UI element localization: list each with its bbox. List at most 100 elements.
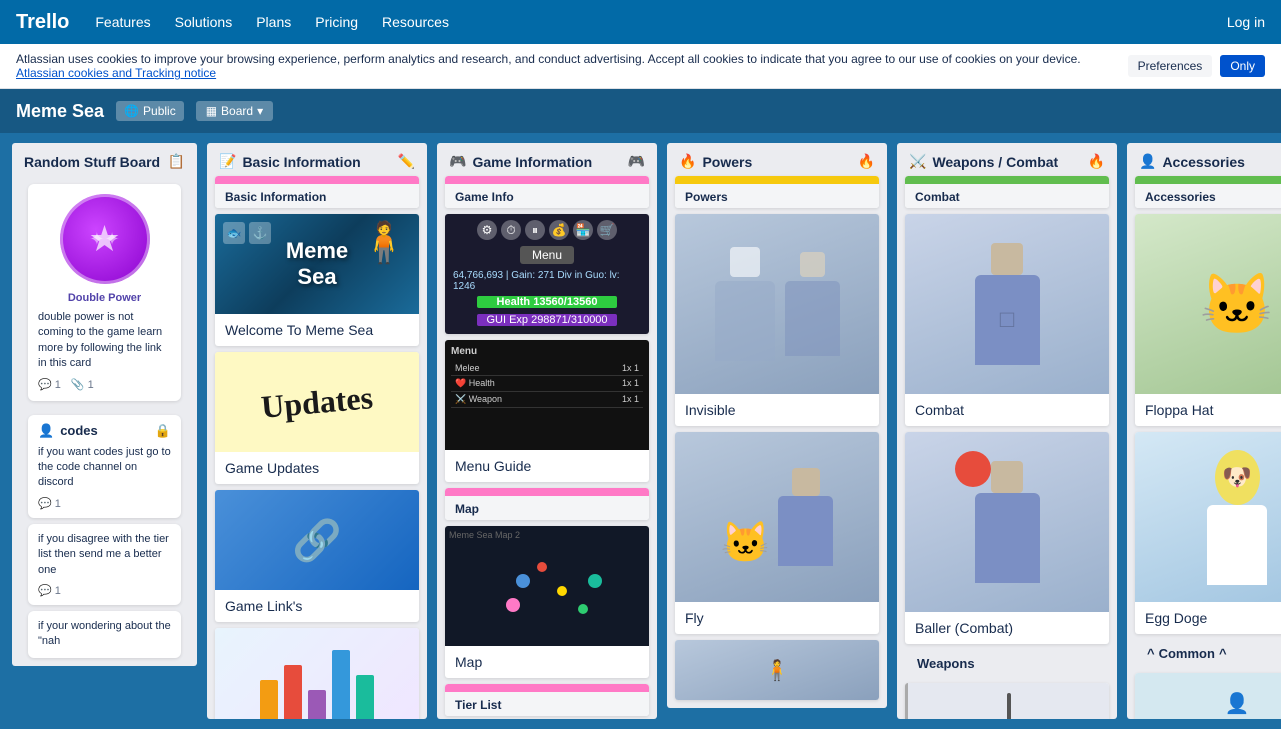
list-basic: 📝 Basic Information ✏️ Basic Information…	[207, 143, 427, 719]
nav-pricing[interactable]: Pricing	[305, 8, 368, 36]
common-placeholder: 👤	[1135, 673, 1281, 719]
chart-bar-4	[332, 650, 350, 719]
card-invisible[interactable]: Invisible	[675, 214, 879, 426]
card-game-hud[interactable]: ⚙ ⏱ ⏸ 💰 🏪 🛒 Menu 64,766,693 | Gain: 271 …	[445, 214, 649, 334]
fire-icon: 🔥	[679, 153, 696, 170]
card-egg-doge[interactable]: 🐶 Egg Doge	[1135, 432, 1281, 634]
map-dot-blue	[516, 574, 530, 588]
card-title-floppa: Floppa Hat	[1135, 394, 1281, 426]
card-codes[interactable]: 👤 codes 🔒 if you want codes just go to t…	[28, 415, 181, 518]
tier-text: if you disagree with the tier list then …	[38, 532, 171, 578]
invisible-figure2	[785, 252, 840, 356]
comment-icon: 💬 1	[38, 378, 61, 391]
codes-header: 👤 codes 🔒	[38, 423, 171, 439]
login-link[interactable]: Log in	[1227, 14, 1265, 30]
list-header-powers: 🔥 Powers 🔥	[667, 143, 887, 176]
nav-features[interactable]: Features	[85, 8, 160, 36]
card-map[interactable]: Meme Sea Map 2 Map	[445, 526, 649, 678]
weapon-placeholder	[905, 683, 1109, 719]
ok-button[interactable]: Only	[1220, 55, 1265, 77]
card-baller[interactable]: Baller (Combat)	[905, 432, 1109, 644]
card-menu-guide[interactable]: Menu Melee1x 1 ❤️ Health1x 1 ⚔️ Weapon1x…	[445, 340, 649, 482]
card-label-pink-game	[445, 176, 649, 184]
menu-title: Menu	[451, 346, 643, 357]
card-image-chart	[215, 628, 419, 719]
board-body: Random Stuff Board 📋 ★ ✦✦ Double Power d…	[0, 133, 1281, 729]
card-links[interactable]: 🔗 Game Link's	[215, 490, 419, 622]
card-image-hud: ⚙ ⏱ ⏸ 💰 🏪 🛒 Menu 64,766,693 | Gain: 271 …	[445, 214, 649, 334]
cat-emoji-floppa: 🐱	[1200, 269, 1275, 340]
board-view-button[interactable]: ▦ Board ▾	[196, 101, 273, 121]
card-welcome[interactable]: 🐟 ⚓ MemeSea 🧍 Welcome To Meme Sea	[215, 214, 419, 346]
invisible-figure	[715, 247, 775, 361]
fire-icon-weapons: 🔥	[1088, 153, 1105, 170]
card-image-map: Meme Sea Map 2	[445, 526, 649, 646]
sword-icon: ⚔️	[909, 153, 926, 170]
board-visibility[interactable]: 🌐 Public	[116, 101, 184, 121]
card-fly[interactable]: 🐱 Fly	[675, 432, 879, 634]
list-header-game: 🎮 Game Information 🎮	[437, 143, 657, 176]
list-title-basic: Basic Information	[242, 154, 360, 170]
card-basic-info-header[interactable]: Basic Information	[215, 176, 419, 208]
card-combat[interactable]: □ Combat	[905, 214, 1109, 426]
card-image-link: 🔗	[215, 490, 419, 590]
map-dot-pink	[506, 598, 520, 612]
preferences-button[interactable]: Preferences	[1128, 55, 1213, 77]
codes-text: if you want codes just go to the code ch…	[38, 445, 171, 491]
card-acc-header[interactable]: Accessories	[1135, 176, 1281, 208]
card-nah[interactable]: if your wondering about the "nah	[28, 611, 181, 658]
list-powers: 🔥 Powers 🔥 Powers	[667, 143, 887, 708]
game-icon: 🎮	[449, 153, 466, 170]
card-common-bottom[interactable]: 👤	[1135, 673, 1281, 719]
list-title-accessories: Accessories	[1162, 154, 1245, 170]
common-label: Common	[1159, 646, 1215, 661]
card-double-power[interactable]: ★ ✦✦ Double Power double power is not co…	[28, 184, 181, 401]
card-weapons-bottom[interactable]	[905, 683, 1109, 719]
card-label-pink-map	[445, 488, 649, 496]
star-overlay: ✦✦	[60, 194, 150, 284]
card-powers-bottom[interactable]: 🧍	[675, 640, 879, 700]
nav-solutions[interactable]: Solutions	[165, 8, 243, 36]
menu-row-1: Melee1x 1	[451, 361, 643, 376]
card-label-green	[905, 176, 1109, 184]
card-image-menu: Menu Melee1x 1 ❤️ Health1x 1 ⚔️ Weapon1x…	[445, 340, 649, 450]
double-power-label: Double Power	[38, 292, 171, 304]
map-dot-cyan	[588, 574, 602, 588]
list-cards-accessories: Accessories 🐱 Floppa Hat 🐶 Egg Doge	[1127, 176, 1281, 719]
cookie-link[interactable]: Atlassian cookies and Tracking notice	[16, 66, 216, 80]
cookie-text: Atlassian uses cookies to improve your b…	[16, 52, 1128, 80]
card-gameinfo-header[interactable]: Game Info	[445, 176, 649, 208]
link-icon: 🔗	[292, 517, 342, 564]
list-cards-random: ★ ✦✦ Double Power double power is not co…	[12, 176, 197, 666]
card-title-combat: Combat	[905, 394, 1109, 426]
list-title-game: Game Information	[472, 154, 592, 170]
person-icon-acc: 👤	[1139, 153, 1156, 170]
card-map-header[interactable]: Map	[445, 488, 649, 520]
tier-section-label: Tier List	[445, 692, 649, 716]
card-image-bottom: 🧍	[675, 640, 879, 700]
card-tier-header[interactable]: Tier List	[445, 684, 649, 716]
common-subsection: ^ Common ^	[1135, 640, 1281, 667]
list-header-weapons: ⚔️ Weapons / Combat 🔥	[897, 143, 1117, 176]
card-label-green-acc	[1135, 176, 1281, 184]
double-power-text: double power is not coming to the game l…	[38, 310, 171, 372]
comment-icon: 💬 1	[38, 497, 61, 510]
nav-plans[interactable]: Plans	[246, 8, 301, 36]
card-powers-header[interactable]: Powers	[675, 176, 879, 208]
card-floppa[interactable]: 🐱 Floppa Hat	[1135, 214, 1281, 426]
card-tier[interactable]: if you disagree with the tier list then …	[28, 524, 181, 605]
placeholder-figure: 🧍	[765, 658, 790, 683]
card-title-links: Game Link's	[215, 590, 419, 622]
game-info-section-label: Game Info	[445, 184, 649, 208]
hud-health-bar: Health 13560/13560	[477, 296, 617, 308]
chart-bar-3	[308, 690, 326, 719]
card-combat-header[interactable]: Combat	[905, 176, 1109, 208]
lock-icon: 🔒	[155, 423, 171, 439]
list-cards-game: Game Info ⚙ ⏱ ⏸ 💰 🏪 🛒 Menu 64,766,693 | …	[437, 176, 657, 719]
basic-info-section-label: Basic Information	[215, 184, 419, 208]
card-chart[interactable]	[215, 628, 419, 719]
nav-resources[interactable]: Resources	[372, 8, 459, 36]
card-updates[interactable]: Updates Game Updates	[215, 352, 419, 484]
hud-stats: 64,766,693 | Gain: 271 Div in Guo: lv: 1…	[453, 270, 641, 292]
map-dot-green	[578, 604, 588, 614]
